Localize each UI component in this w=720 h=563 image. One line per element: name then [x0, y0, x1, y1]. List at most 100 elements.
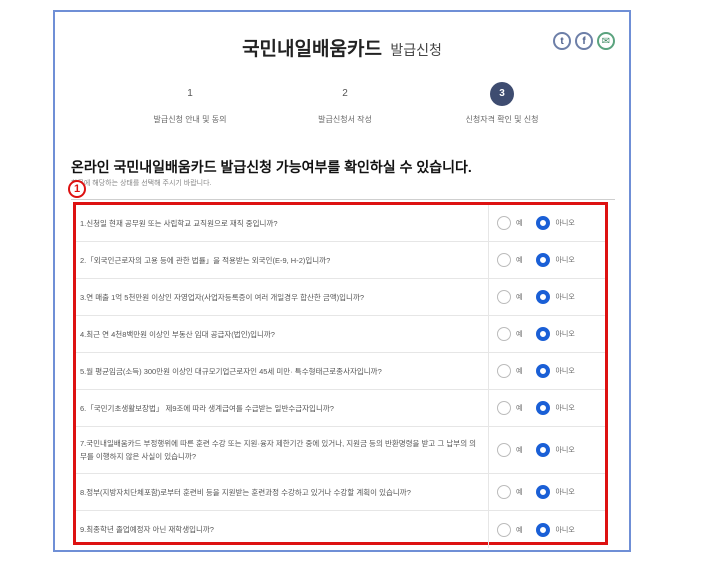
step-number-active: 3	[490, 82, 514, 106]
option-no[interactable]: 아니오	[536, 253, 575, 267]
annotation-marker: 1	[68, 180, 86, 198]
option-label: 아니오	[555, 257, 575, 264]
option-label: 예	[516, 220, 523, 227]
option-label: 예	[516, 526, 523, 534]
answer-options: 예 아니오	[488, 427, 605, 473]
answer-options: 예 아니오	[488, 353, 605, 389]
option-label: 아니오	[555, 331, 575, 338]
question-row: 3.연 매출 1억 5천만원 이상인 자영업자(사업자등록증이 여러 개일경우 …	[76, 279, 605, 316]
option-label: 예	[516, 257, 523, 264]
option-label: 예	[516, 489, 523, 496]
question-row: 4.최근 연 4천8백만원 이상인 부동산 임대 공급자(법인)입니까? 예 아니오	[76, 316, 605, 353]
question-text: 9.최종학년 졸업예정자 아닌 재학생입니까?	[80, 525, 214, 534]
question-text: 3.연 매출 1억 5천만원 이상인 자영업자(사업자등록증이 여러 개일경우 …	[80, 292, 365, 302]
headline: 온라인 국민내일배움카드 발급신청 가능여부를 확인하실 수 있습니다.	[71, 159, 472, 175]
radio-no[interactable]	[536, 485, 551, 499]
answer-options: 예 아니오	[488, 511, 605, 548]
question-text: 2.「외국인근로자의 고용 등에 관한 법률」을 적용받는 외국인(E-9, H…	[80, 255, 331, 265]
option-no[interactable]: 아니오	[536, 401, 575, 415]
step-1: 1 발급신청 안내 및 동의	[115, 82, 265, 125]
radio-no[interactable]	[536, 401, 551, 415]
share-buttons: t f ✉	[553, 32, 615, 50]
page-frame: 국민내일배움카드 발급신청 t f ✉ 1 발급신청 안내 및 동의 2 발급신…	[53, 10, 631, 552]
option-no[interactable]: 아니오	[536, 327, 575, 341]
question-text: 7.국민내일배움카드 부정행위에 따른 훈련 수강 또는 지원·융자 제한기간 …	[80, 439, 477, 461]
option-label: 아니오	[555, 526, 575, 534]
page-title: 국민내일배움카드 발급신청	[55, 34, 629, 61]
option-label: 아니오	[555, 405, 575, 412]
radio-yes[interactable]	[497, 485, 511, 499]
radio-no[interactable]	[536, 290, 551, 304]
option-no[interactable]: 아니오	[536, 290, 575, 304]
option-yes[interactable]: 예	[497, 290, 522, 304]
question-list: 1.신청일 현재 공무원 또는 사립학교 교직원으로 재직 중입니까? 예 아니오 2…	[73, 202, 608, 548]
option-yes[interactable]: 예	[497, 485, 522, 499]
radio-yes[interactable]	[497, 253, 511, 267]
radio-yes[interactable]	[497, 443, 511, 457]
question-row: 9.최종학년 졸업예정자 아닌 재학생입니까? 예 아니오	[76, 511, 605, 548]
question-row: 7.국민내일배움카드 부정행위에 따른 훈련 수강 또는 지원·융자 제한기간 …	[76, 427, 605, 474]
step-progress: 1 발급신청 안내 및 동의 2 발급신청서 작성 3 신청자격 확인 및 신청	[55, 82, 629, 142]
step-3: 3 신청자격 확인 및 신청	[427, 82, 577, 125]
answer-options: 예 아니오	[488, 474, 605, 510]
option-yes[interactable]: 예	[497, 364, 522, 378]
radio-no[interactable]	[536, 443, 551, 457]
divider	[71, 199, 615, 200]
option-no[interactable]: 아니오	[536, 364, 575, 378]
twitter-icon[interactable]: t	[553, 32, 571, 50]
option-label: 아니오	[555, 447, 575, 454]
question-row: 8.정부(지방자치단체포함)로부터 훈련비 등을 지원받는 훈련과정 수강하고 …	[76, 474, 605, 511]
option-yes[interactable]: 예	[497, 253, 522, 267]
question-row: 5.월 평균임금(소득) 300만원 이상인 대규모기업근로자인 45세 미만·…	[76, 353, 605, 390]
answer-options: 예 아니오	[488, 242, 605, 278]
answer-options: 예 아니오	[488, 279, 605, 315]
radio-yes[interactable]	[497, 290, 511, 304]
step-2: 2 발급신청서 작성	[270, 82, 420, 125]
radio-no[interactable]	[536, 253, 551, 267]
question-text: 5.월 평균임금(소득) 300만원 이상인 대규모기업근로자인 45세 미만·…	[80, 366, 382, 376]
option-no[interactable]: 아니오	[536, 216, 575, 230]
answer-options: 예 아니오	[488, 390, 605, 426]
option-yes[interactable]: 예	[497, 327, 522, 341]
answer-options: 예 아니오	[488, 316, 605, 352]
message-icon[interactable]: ✉	[597, 32, 615, 50]
radio-yes[interactable]	[497, 364, 511, 378]
option-no[interactable]: 아니오	[536, 522, 575, 537]
option-yes[interactable]: 예	[497, 216, 522, 230]
subnote: 항목에 해당하는 상태를 선택해 주시기 바랍니다.	[71, 180, 212, 187]
option-no[interactable]: 아니오	[536, 485, 575, 499]
question-row: 6.「국민기초생활보장법」 제9조에 따라 생계급여를 수급받는 일반수급자입니…	[76, 390, 605, 427]
title-main: 국민내일배움카드	[242, 39, 382, 60]
question-row: 2.「외국인근로자의 고용 등에 관한 법률」을 적용받는 외국인(E-9, H…	[76, 242, 605, 279]
radio-no[interactable]	[536, 216, 551, 230]
radio-yes[interactable]	[497, 522, 511, 537]
radio-yes[interactable]	[497, 327, 511, 341]
step-number: 1	[187, 88, 193, 99]
step-label: 발급신청서 작성	[318, 115, 372, 124]
facebook-icon[interactable]: f	[575, 32, 593, 50]
radio-no[interactable]	[536, 327, 551, 341]
answer-options: 예 아니오	[488, 205, 605, 241]
question-row: 1.신청일 현재 공무원 또는 사립학교 교직원으로 재직 중입니까? 예 아니오	[76, 205, 605, 242]
question-text: 4.최근 연 4천8백만원 이상인 부동산 임대 공급자(법인)입니까?	[80, 329, 275, 339]
option-yes[interactable]: 예	[497, 401, 522, 415]
option-label: 아니오	[555, 489, 575, 496]
radio-yes[interactable]	[497, 401, 511, 415]
option-label: 아니오	[555, 294, 575, 301]
radio-no[interactable]	[536, 364, 551, 378]
option-label: 예	[516, 447, 523, 454]
question-text: 8.정부(지방자치단체포함)로부터 훈련비 등을 지원받는 훈련과정 수강하고 …	[80, 487, 411, 497]
step-number: 2	[342, 88, 348, 99]
option-label: 아니오	[555, 220, 575, 227]
radio-yes[interactable]	[497, 216, 511, 230]
option-yes[interactable]: 예	[497, 443, 522, 457]
option-yes[interactable]: 예	[497, 522, 523, 537]
option-label: 예	[516, 294, 523, 301]
title-subtitle: 발급신청	[390, 42, 442, 58]
step-label: 발급신청 안내 및 동의	[153, 115, 227, 124]
step-label: 신청자격 확인 및 신청	[465, 115, 539, 124]
radio-no[interactable]	[536, 522, 551, 537]
option-label: 예	[516, 331, 523, 338]
question-text: 6.「국민기초생활보장법」 제9조에 따라 생계급여를 수급받는 일반수급자입니…	[80, 403, 334, 413]
option-no[interactable]: 아니오	[536, 443, 575, 457]
